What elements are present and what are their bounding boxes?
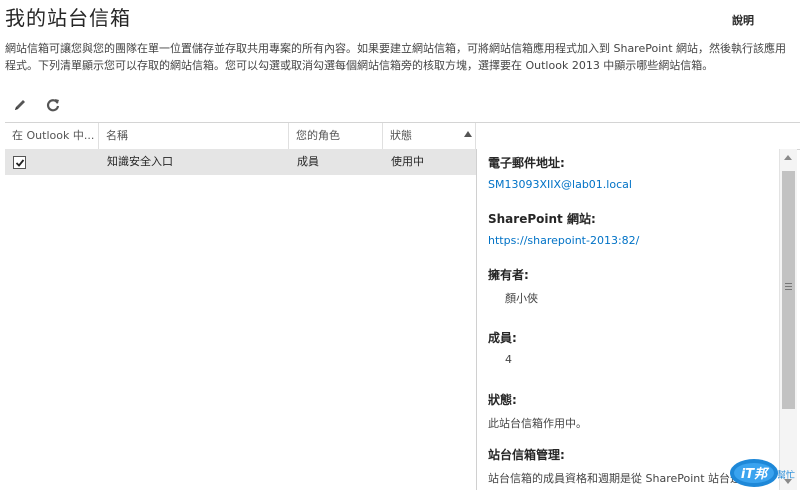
page-description: 網站信箱可讓您與您的團隊在單一位置儲存並存取共用專案的所有內容。如果要建立網站信… [5, 42, 787, 72]
site-label: SharePoint 網站: [488, 212, 596, 226]
details-scrollbar[interactable] [779, 149, 797, 490]
email-section: 電子郵件地址: SM13093XIIX@lab01.local [488, 154, 632, 191]
row-name: 知識安全入口 [107, 155, 173, 168]
watermark-sub-text: 幫忙 [777, 469, 795, 481]
table-row[interactable]: 知識安全入口 成員 使用中 [5, 149, 477, 175]
refresh-button[interactable] [43, 95, 63, 115]
row-status: 使用中 [391, 155, 424, 168]
scroll-up-icon[interactable] [784, 155, 792, 160]
owner-label: 擁有者: [488, 268, 529, 282]
edit-button[interactable] [10, 95, 30, 115]
show-in-outlook-checkbox[interactable] [13, 156, 26, 169]
management-section: 站台信箱管理: 站台信箱的成員資格和週期是從 SharePoint 站台進 [488, 446, 741, 486]
help-link[interactable]: 說明 [732, 12, 754, 28]
status-value: 此站台信箱作用中。 [488, 417, 587, 430]
refresh-icon [47, 99, 60, 112]
management-value: 站台信箱的成員資格和週期是從 SharePoint 站台進 [488, 472, 742, 485]
email-label: 電子郵件地址: [488, 156, 565, 170]
owner-value: 顏小俠 [505, 292, 538, 305]
row-role: 成員 [297, 155, 319, 168]
members-section: 成員: 4 [488, 329, 517, 366]
sort-ascending-icon [464, 131, 472, 137]
column-header-status[interactable]: 狀態 [383, 123, 476, 149]
members-value: 4 [505, 353, 512, 366]
status-section: 狀態: 此站台信箱作用中。 [488, 391, 587, 431]
management-label: 站台信箱管理: [488, 448, 565, 462]
email-link[interactable]: SM13093XIIX@lab01.local [488, 178, 632, 191]
scrollbar-thumb[interactable] [782, 171, 795, 409]
site-link[interactable]: https://sharepoint-2013:82/ [488, 234, 639, 247]
pencil-icon [15, 100, 25, 110]
details-pane: 電子郵件地址: SM13093XIIX@lab01.local SharePoi… [476, 149, 780, 490]
page-title: 我的站台信箱 [5, 6, 131, 30]
column-header-show-in-outlook[interactable]: 在 Outlook 中... [5, 123, 99, 149]
ithelp-watermark-logo: iT邦 幫忙 [730, 459, 795, 487]
status-label: 狀態: [488, 393, 517, 407]
owner-section: 擁有者: 顏小俠 [488, 266, 538, 306]
members-label: 成員: [488, 331, 517, 345]
grid-header: 在 Outlook 中... 名稱 您的角色 狀態 [5, 122, 800, 150]
checkmark-icon [15, 158, 24, 167]
column-header-name[interactable]: 名稱 [99, 123, 289, 149]
grip-icon [785, 283, 792, 290]
watermark-main-text: iT邦 [741, 466, 770, 482]
column-header-role[interactable]: 您的角色 [289, 123, 383, 149]
site-section: SharePoint 網站: https://sharepoint-2013:8… [488, 210, 639, 247]
